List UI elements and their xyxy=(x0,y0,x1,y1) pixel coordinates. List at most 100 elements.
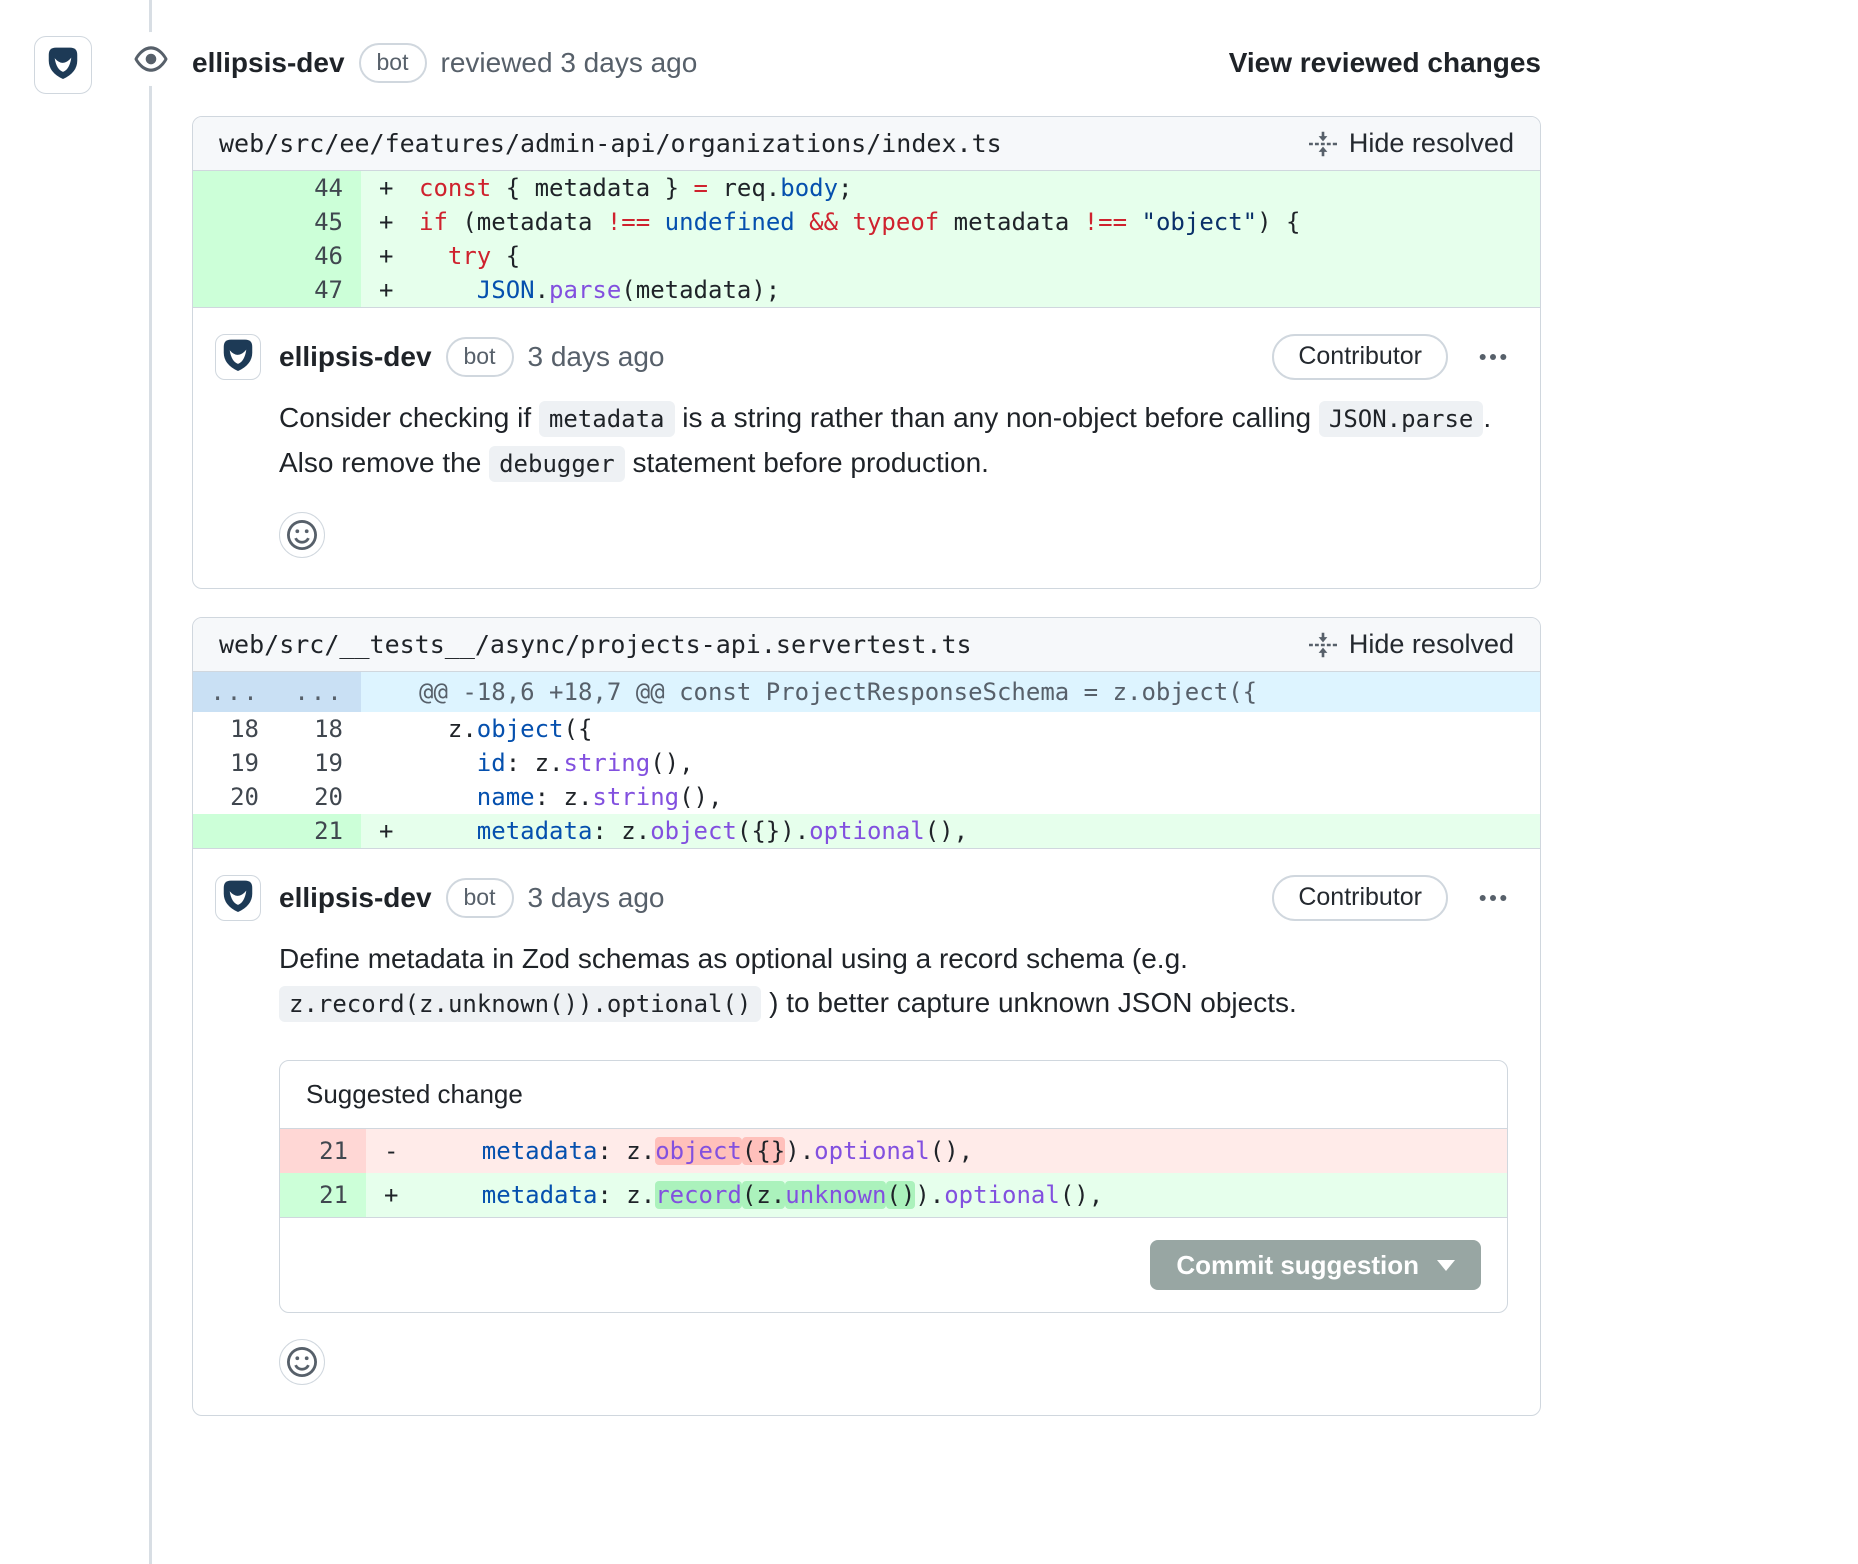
suggestion-footer: Commit suggestion xyxy=(280,1217,1507,1312)
new-line-number[interactable]: ... xyxy=(277,672,361,712)
diff-sign: + xyxy=(361,171,407,205)
old-line-number[interactable] xyxy=(193,814,277,848)
bot-badge: bot xyxy=(446,337,514,377)
old-line-number[interactable]: 19 xyxy=(193,746,277,780)
kebab-icon[interactable] xyxy=(1478,883,1508,913)
comment-body: Consider checking if metadata is a strin… xyxy=(279,396,1508,486)
code-line: name: z.string(), xyxy=(407,780,1540,814)
file-path[interactable]: web/src/ee/features/admin-api/organizati… xyxy=(219,129,1002,158)
comment-timestamp[interactable]: 3 days ago xyxy=(528,882,665,914)
hide-resolved-label: Hide resolved xyxy=(1349,128,1514,159)
diff-sign xyxy=(361,746,407,780)
new-line-number[interactable]: 18 xyxy=(277,712,361,746)
contributor-badge: Contributor xyxy=(1272,875,1448,921)
hide-resolved-button[interactable]: Hide resolved xyxy=(1309,629,1514,660)
old-line-number[interactable] xyxy=(193,239,277,273)
diff-sign xyxy=(361,672,407,712)
diff-row: 1818 z.object({ xyxy=(193,712,1540,746)
ellipsis-logo-icon xyxy=(219,877,257,920)
comment-avatar[interactable] xyxy=(215,875,261,921)
new-line-number[interactable]: 47 xyxy=(277,273,361,307)
suggestion-title: Suggested change xyxy=(280,1061,1507,1129)
comment-avatar[interactable] xyxy=(215,334,261,380)
file-path[interactable]: web/src/__tests__/async/projects-api.ser… xyxy=(219,630,972,659)
review-meta: reviewed 3 days ago xyxy=(441,47,698,79)
inline-code: z.record(z.unknown()).optional() xyxy=(279,986,761,1022)
ellipsis-logo-icon xyxy=(219,336,257,379)
diff-row: 45+if (metadata !== undefined && typeof … xyxy=(193,205,1540,239)
code-line: const { metadata } = req.body; xyxy=(407,171,1540,205)
code-line: metadata: z.object({}).optional(), xyxy=(407,814,1540,848)
old-line-number[interactable] xyxy=(193,273,277,307)
contributor-badge: Contributor xyxy=(1272,334,1448,380)
line-number: 21 xyxy=(280,1129,366,1173)
reviewer-avatar[interactable] xyxy=(34,36,92,94)
diff-row: 1919 id: z.string(), xyxy=(193,746,1540,780)
new-line-number[interactable]: 20 xyxy=(277,780,361,814)
new-line-number[interactable]: 45 xyxy=(277,205,361,239)
diff-row: ...... @@ -18,6 +18,7 @@ const ProjectRes… xyxy=(193,672,1540,712)
diff-sign xyxy=(361,712,407,746)
review-comment: ellipsis-dev bot 3 days ago Contributor … xyxy=(193,308,1540,588)
comment-author[interactable]: ellipsis-dev xyxy=(279,341,432,373)
suggested-change-block: Suggested change 21- metadata: z.object(… xyxy=(279,1060,1508,1313)
review-comment: ellipsis-dev bot 3 days ago Contributor … xyxy=(193,849,1540,1415)
diff-row: 2020 name: z.string(), xyxy=(193,780,1540,814)
new-line-number[interactable]: 21 xyxy=(277,814,361,848)
old-line-number[interactable]: 18 xyxy=(193,712,277,746)
ellipsis-logo-icon xyxy=(44,44,82,87)
diff-row: 47+ JSON.parse(metadata); xyxy=(193,273,1540,307)
diff-sign: + xyxy=(361,814,407,848)
diff-sign: + xyxy=(361,205,407,239)
code-line: id: z.string(), xyxy=(407,746,1540,780)
timeline-line xyxy=(149,0,152,1564)
comment-author[interactable]: ellipsis-dev xyxy=(279,882,432,914)
fold-icon xyxy=(1309,130,1337,158)
diff-sign xyxy=(361,780,407,814)
review-thread-card-1: web/src/ee/features/admin-api/organizati… xyxy=(192,116,1541,589)
fold-icon xyxy=(1309,631,1337,659)
suggestion-diff: 21- metadata: z.object({}).optional(),21… xyxy=(280,1129,1507,1217)
commit-suggestion-button[interactable]: Commit suggestion xyxy=(1150,1240,1481,1290)
smiley-reaction-button[interactable] xyxy=(279,1339,325,1385)
review-timeline-item: ellipsis-dev bot reviewed 3 days ago Vie… xyxy=(192,40,1541,1444)
file-header: web/src/ee/features/admin-api/organizati… xyxy=(193,117,1540,171)
code-line: if (metadata !== undefined && typeof met… xyxy=(407,205,1540,239)
code-line: @@ -18,6 +18,7 @@ const ProjectResponseS… xyxy=(407,672,1540,712)
caret-down-icon xyxy=(1437,1260,1455,1271)
old-line-number[interactable] xyxy=(193,171,277,205)
old-line-number[interactable]: ... xyxy=(193,672,277,712)
old-line-number[interactable] xyxy=(193,205,277,239)
review-author[interactable]: ellipsis-dev xyxy=(192,47,345,79)
review-eye-icon xyxy=(124,32,178,86)
code-line: metadata: z.object({}).optional(), xyxy=(412,1129,1507,1173)
code-line: try { xyxy=(407,239,1540,273)
diff-row: 44+const { metadata } = req.body; xyxy=(193,171,1540,205)
old-line-number[interactable]: 20 xyxy=(193,780,277,814)
view-reviewed-changes-link[interactable]: View reviewed changes xyxy=(1229,47,1541,79)
diff-row: 46+ try { xyxy=(193,239,1540,273)
diff-block: ...... @@ -18,6 +18,7 @@ const ProjectRes… xyxy=(193,672,1540,849)
bot-badge: bot xyxy=(359,43,427,83)
comment-header: ellipsis-dev bot 3 days ago Contributor xyxy=(279,334,1508,380)
smiley-reaction-button[interactable] xyxy=(279,512,325,558)
diff-row: 21- metadata: z.object({}).optional(), xyxy=(280,1129,1507,1173)
commit-suggestion-label: Commit suggestion xyxy=(1176,1250,1419,1281)
comment-body: Define metadata in Zod schemas as option… xyxy=(279,937,1508,1026)
kebab-icon[interactable] xyxy=(1478,342,1508,372)
inline-code: JSON.parse xyxy=(1319,401,1484,437)
hide-resolved-button[interactable]: Hide resolved xyxy=(1309,128,1514,159)
hide-resolved-label: Hide resolved xyxy=(1349,629,1514,660)
comment-timestamp[interactable]: 3 days ago xyxy=(528,341,665,373)
diff-sign: - xyxy=(366,1129,412,1173)
diff-sign: + xyxy=(366,1173,412,1217)
inline-code: debugger xyxy=(489,446,625,482)
diff-row: 21+ metadata: z.object({}).optional(), xyxy=(193,814,1540,848)
diff-block: 44+const { metadata } = req.body;45+if (… xyxy=(193,171,1540,308)
new-line-number[interactable]: 19 xyxy=(277,746,361,780)
new-line-number[interactable]: 46 xyxy=(277,239,361,273)
new-line-number[interactable]: 44 xyxy=(277,171,361,205)
bot-badge: bot xyxy=(446,878,514,918)
code-line: metadata: z.record(z.unknown()).optional… xyxy=(412,1173,1507,1217)
line-number: 21 xyxy=(280,1173,366,1217)
